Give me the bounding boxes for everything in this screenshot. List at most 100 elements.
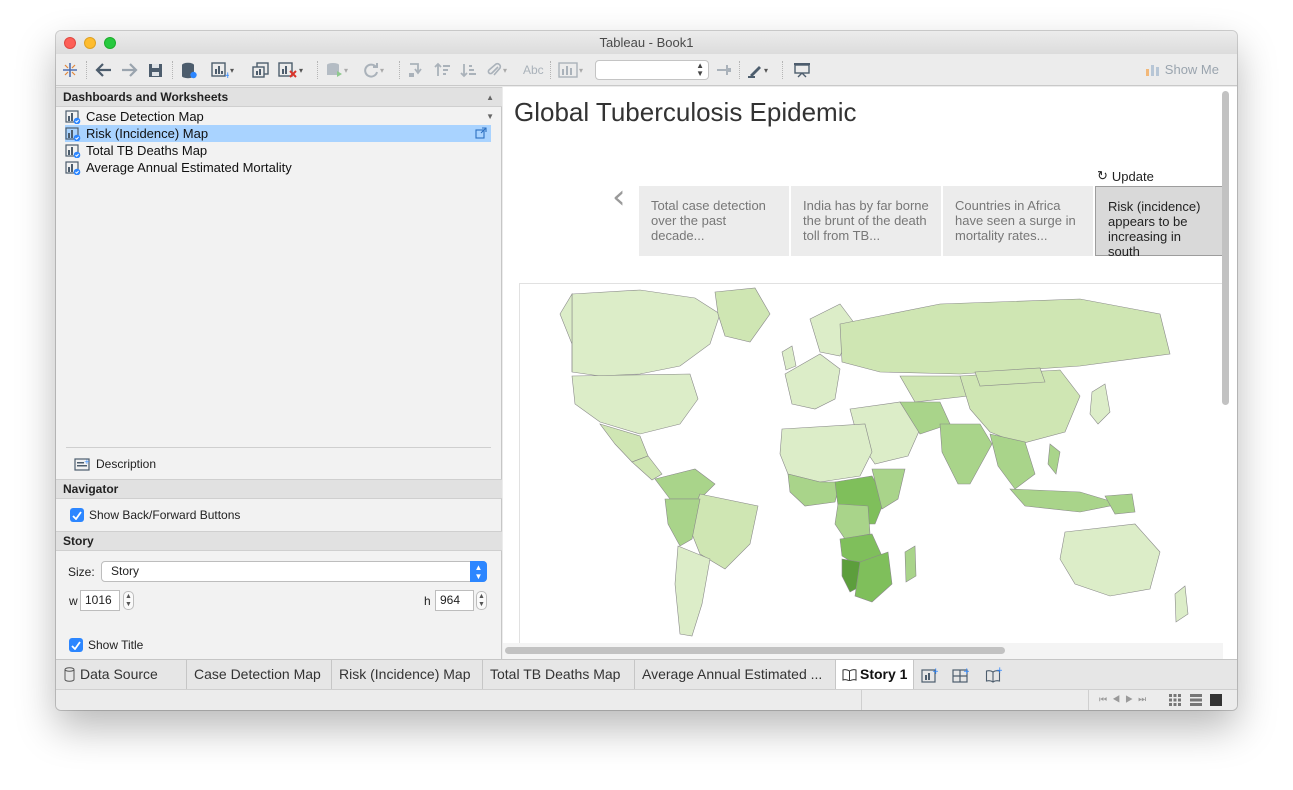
checkbox-checked-icon (69, 638, 83, 652)
world-map[interactable] (519, 283, 1229, 659)
worksheet-icon (65, 126, 81, 141)
sheet-pager-controls[interactable]: ⏮◀▶⏭ (1099, 694, 1151, 705)
new-data-source-icon[interactable] (181, 61, 197, 79)
width-label: w (69, 594, 78, 608)
sheet-item-total-tb-deaths-map[interactable]: Total TB Deaths Map (65, 142, 491, 159)
svg-text:+: + (996, 667, 1002, 676)
checkbox-checked-icon (70, 508, 84, 522)
pin-axis-icon[interactable] (716, 61, 732, 79)
tab-total-tb-deaths-map[interactable]: Total TB Deaths Map (483, 660, 635, 690)
size-label: Size: (68, 565, 95, 579)
tab-data-source[interactable]: Data Source (56, 660, 187, 690)
description-button[interactable]: + Description (74, 457, 156, 471)
story-width-input[interactable]: 1016 (80, 590, 120, 611)
new-worksheet-icon[interactable]: + ▾ (211, 61, 234, 79)
new-story-icon[interactable]: + (985, 667, 1002, 683)
country-madagascar[interactable] (904, 545, 917, 583)
update-button[interactable]: ↻ Update (1097, 168, 1154, 184)
svg-text:+: + (963, 667, 969, 677)
show-back-forward-checkbox[interactable]: Show Back/Forward Buttons (70, 508, 240, 522)
story-panel-title: Story (63, 534, 94, 548)
story-point-1[interactable]: Total case detection over the past decad… (639, 186, 789, 256)
go-to-sheet-icon[interactable] (475, 127, 487, 139)
view-cards-icon[interactable]: ▾ (558, 61, 583, 79)
tableau-logo-icon[interactable] (62, 61, 78, 79)
show-mark-labels-button[interactable]: Abc (523, 61, 544, 79)
run-update-icon[interactable]: ▾ (326, 61, 348, 79)
swap-rows-columns-icon[interactable] (408, 61, 425, 79)
story-size-dropdown[interactable]: Story ▲ ▼ (101, 561, 487, 582)
grid-view-icon[interactable] (1169, 694, 1181, 706)
filmstrip-view-icon[interactable] (1190, 694, 1202, 706)
toolbar: + ▾ ▾ ▾ ▾ ▾ Abc ▾ ▲ ▼ ▾ Show Me (56, 54, 1237, 86)
highlight-pen-icon[interactable]: ▾ (747, 61, 768, 79)
description-icon: + (74, 458, 90, 471)
zoom-window-button[interactable] (104, 37, 116, 49)
presentation-mode-icon[interactable] (793, 61, 811, 79)
tab-label: Risk (Incidence) Map (339, 666, 471, 682)
duplicate-sheet-icon[interactable] (252, 61, 270, 79)
worksheet-icon (65, 160, 81, 175)
sheet-item-risk-incidence-map[interactable]: Risk (Incidence) Map (65, 125, 491, 142)
show-title-checkbox[interactable]: Show Title (69, 638, 143, 652)
tab-average-annual-estimated[interactable]: Average Annual Estimated ... (635, 660, 836, 690)
close-window-button[interactable] (64, 37, 76, 49)
navigator-title: Navigator (63, 482, 119, 496)
window-title: Tableau - Book1 (599, 35, 694, 50)
worksheet-icon (65, 143, 81, 158)
chevron-updown-icon: ▲ ▼ (470, 561, 487, 582)
story-point-2[interactable]: India has by far borne the brunt of the … (791, 186, 941, 256)
show-me-button[interactable]: Show Me (1145, 62, 1219, 77)
country-north-africa[interactable] (779, 423, 873, 483)
story-canvas: Global Tuberculosis Epidemic ↻ Update ‹ … (503, 87, 1237, 659)
tab-story-label: Story 1 (860, 666, 908, 682)
clear-sheet-icon[interactable]: ▾ (278, 61, 303, 79)
height-stepper[interactable]: ▲ ▼ (476, 591, 487, 610)
tab-label: Average Annual Estimated ... (642, 666, 823, 682)
sort-descending-icon[interactable] (460, 61, 477, 79)
status-bar: ⏮◀▶⏭ (56, 689, 1237, 710)
tab-risk-incidence-map[interactable]: Risk (Incidence) Map (332, 660, 483, 690)
bar-chart-icon (1145, 65, 1159, 76)
sheet-item-label: Average Annual Estimated Mortality (86, 160, 292, 175)
abc-label: Abc (523, 63, 544, 77)
refresh-icon[interactable]: ▾ (363, 61, 384, 79)
worksheet-icon (65, 109, 81, 124)
tab-case-detection-map[interactable]: Case Detection Map (187, 660, 332, 690)
revert-icon: ↻ (1097, 168, 1108, 183)
width-stepper[interactable]: ▲ ▼ (123, 591, 134, 610)
sheet-item-case-detection-map[interactable]: Case Detection Map (65, 108, 491, 125)
sheet-item-label: Total TB Deaths Map (86, 143, 208, 158)
save-icon[interactable] (148, 61, 163, 79)
attach-icon[interactable]: ▾ (486, 61, 507, 79)
choropleth-map[interactable] (520, 284, 1229, 659)
story-height-input[interactable]: 964 (435, 590, 474, 611)
chevron-left-icon[interactable]: ‹ (612, 177, 626, 217)
title-bar: Tableau - Book1 (56, 31, 1237, 54)
sheet-item-average-annual-mortality[interactable]: Average Annual Estimated Mortality (65, 159, 491, 176)
story-point-3[interactable]: Countries in Africa have seen a surge in… (943, 186, 1093, 256)
new-worksheet-icon[interactable]: + (921, 667, 938, 683)
fit-dropdown[interactable]: ▲ ▼ (595, 60, 709, 80)
back-arrow-icon[interactable] (95, 61, 112, 79)
tabs-view-icon[interactable] (1210, 694, 1222, 706)
tab-label: Total TB Deaths Map (490, 666, 621, 682)
show-me-label: Show Me (1164, 62, 1219, 77)
sheet-item-label: Case Detection Map (86, 109, 204, 124)
tab-story-1[interactable]: Story 1 (836, 660, 914, 690)
sheet-item-label: Risk (Incidence) Map (86, 126, 209, 141)
dashboards-worksheets-header: Dashboards and Worksheets ▲ ▼ (56, 87, 502, 121)
sort-ascending-icon[interactable] (434, 61, 451, 79)
minimize-window-button[interactable] (84, 37, 96, 49)
new-dashboard-icon[interactable]: + (952, 667, 969, 683)
left-panel: Dashboards and Worksheets ▲ ▼ Case Detect… (56, 87, 502, 659)
show-title-label: Show Title (88, 638, 144, 652)
horizontal-scroll-thumb[interactable] (505, 647, 1005, 654)
story-point-4[interactable]: Risk (incidence) appears to be increasin… (1095, 186, 1223, 259)
story-title: Global Tuberculosis Epidemic (514, 97, 857, 127)
tab-label: Case Detection Map (194, 666, 321, 682)
vertical-scroll-thumb[interactable] (1222, 91, 1229, 405)
update-label: Update (1111, 168, 1154, 184)
forward-arrow-icon[interactable] (121, 61, 138, 79)
divider (66, 447, 491, 448)
